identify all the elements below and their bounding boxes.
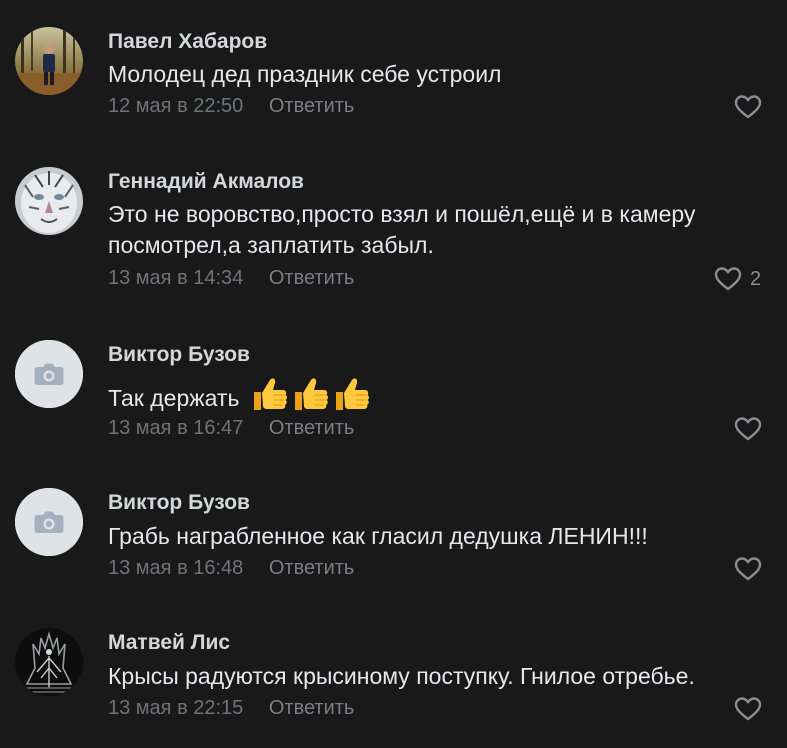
comment-date: 12 мая в 22:50 [108, 95, 244, 117]
comment-text: Так держать [108, 374, 748, 422]
like-button[interactable] [734, 556, 762, 582]
comment-meta: 13 мая в 14:34 Ответить [108, 267, 354, 290]
comment-meta: 13 мая в 16:48 Ответить [108, 557, 354, 580]
avatar-photo [15, 167, 83, 235]
camera-placeholder-icon [15, 488, 83, 556]
comment-date: 13 мая в 14:34 [108, 267, 244, 289]
like-button[interactable] [734, 416, 762, 442]
reply-button[interactable]: Ответить [269, 95, 355, 118]
thumbs-up-emoji [250, 374, 372, 422]
like-button[interactable]: 2 [714, 266, 761, 292]
comment-author[interactable]: Матвей Лис [108, 631, 230, 655]
reply-button[interactable]: Ответить [269, 267, 355, 290]
comment-author[interactable]: Павел Хабаров [108, 30, 267, 54]
like-button[interactable] [734, 94, 762, 120]
avatar[interactable] [15, 488, 83, 556]
heart-icon [734, 417, 762, 441]
like-button[interactable] [734, 696, 762, 722]
comment-text: Это не воровство,просто взял и пошёл,ещё… [108, 201, 696, 258]
heart-icon [714, 267, 742, 291]
avatar[interactable] [15, 167, 83, 235]
avatar[interactable] [15, 628, 83, 696]
comment-meta: 13 мая в 16:47 Ответить [108, 417, 354, 440]
thumbs-up-icon [253, 377, 370, 411]
heart-icon [734, 697, 762, 721]
avatar[interactable] [15, 340, 83, 408]
comment-author[interactable]: Виктор Бузов [108, 343, 250, 367]
comment-author[interactable]: Виктор Бузов [108, 491, 250, 515]
comment-date: 13 мая в 16:47 [108, 417, 244, 439]
comment-meta: 12 мая в 22:50 Ответить [108, 95, 354, 118]
comment-text: Грабь награбленное как гласил дедушка ЛЕ… [108, 523, 648, 549]
comment-date: 13 мая в 22:15 [108, 697, 244, 719]
camera-placeholder-icon [15, 340, 83, 408]
comment-author[interactable]: Геннадий Акмалов [108, 170, 304, 194]
comment-text-content: Так держать [108, 385, 240, 411]
reply-button[interactable]: Ответить [269, 697, 355, 720]
heart-icon [734, 95, 762, 119]
comment-text: Крысы радуются крысиному поступку. Гнило… [108, 663, 695, 689]
like-count: 2 [750, 267, 762, 290]
reply-button[interactable]: Ответить [269, 557, 355, 580]
avatar[interactable] [15, 27, 83, 95]
comment-date: 13 мая в 16:48 [108, 557, 244, 579]
comment-text: Молодец дед праздник себе устроил [108, 61, 502, 87]
heart-icon [734, 557, 762, 581]
avatar-photo [15, 27, 83, 95]
comment-meta: 13 мая в 22:15 Ответить [108, 697, 354, 720]
avatar-photo [15, 628, 83, 696]
reply-button[interactable]: Ответить [269, 417, 355, 440]
